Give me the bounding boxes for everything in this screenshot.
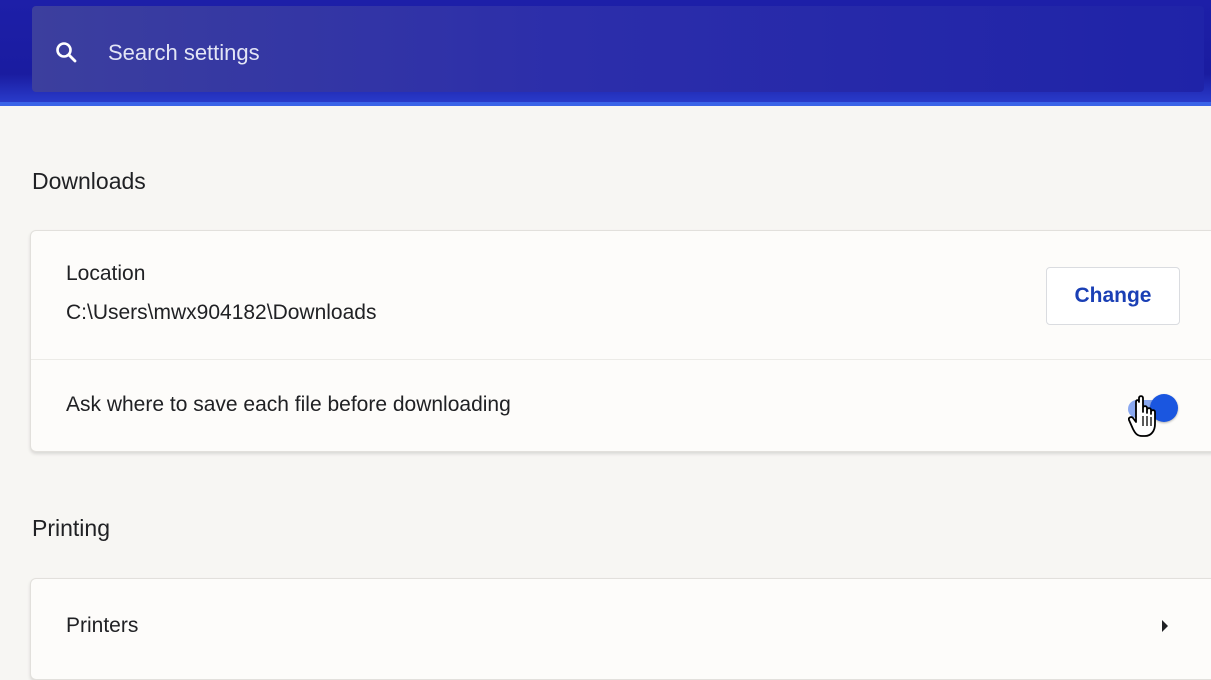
location-label: Location <box>66 262 146 285</box>
search-input[interactable] <box>108 36 1008 70</box>
downloads-card: Location C:\Users\mwx904182\Downloads Ch… <box>30 230 1211 452</box>
location-path: C:\Users\mwx904182\Downloads <box>66 301 377 324</box>
printing-section-title: Printing <box>32 515 110 541</box>
ask-before-download-label: Ask where to save each file before downl… <box>66 393 511 416</box>
search-icon[interactable] <box>54 40 78 64</box>
change-location-button[interactable]: Change <box>1046 267 1180 325</box>
downloads-section-title: Downloads <box>32 168 146 194</box>
printing-card: Printers <box>30 578 1211 680</box>
row-divider <box>31 359 1211 360</box>
printers-row[interactable]: Printers <box>66 614 138 638</box>
hand-cursor-icon <box>1127 394 1162 440</box>
chevron-right-icon[interactable] <box>1160 619 1170 633</box>
